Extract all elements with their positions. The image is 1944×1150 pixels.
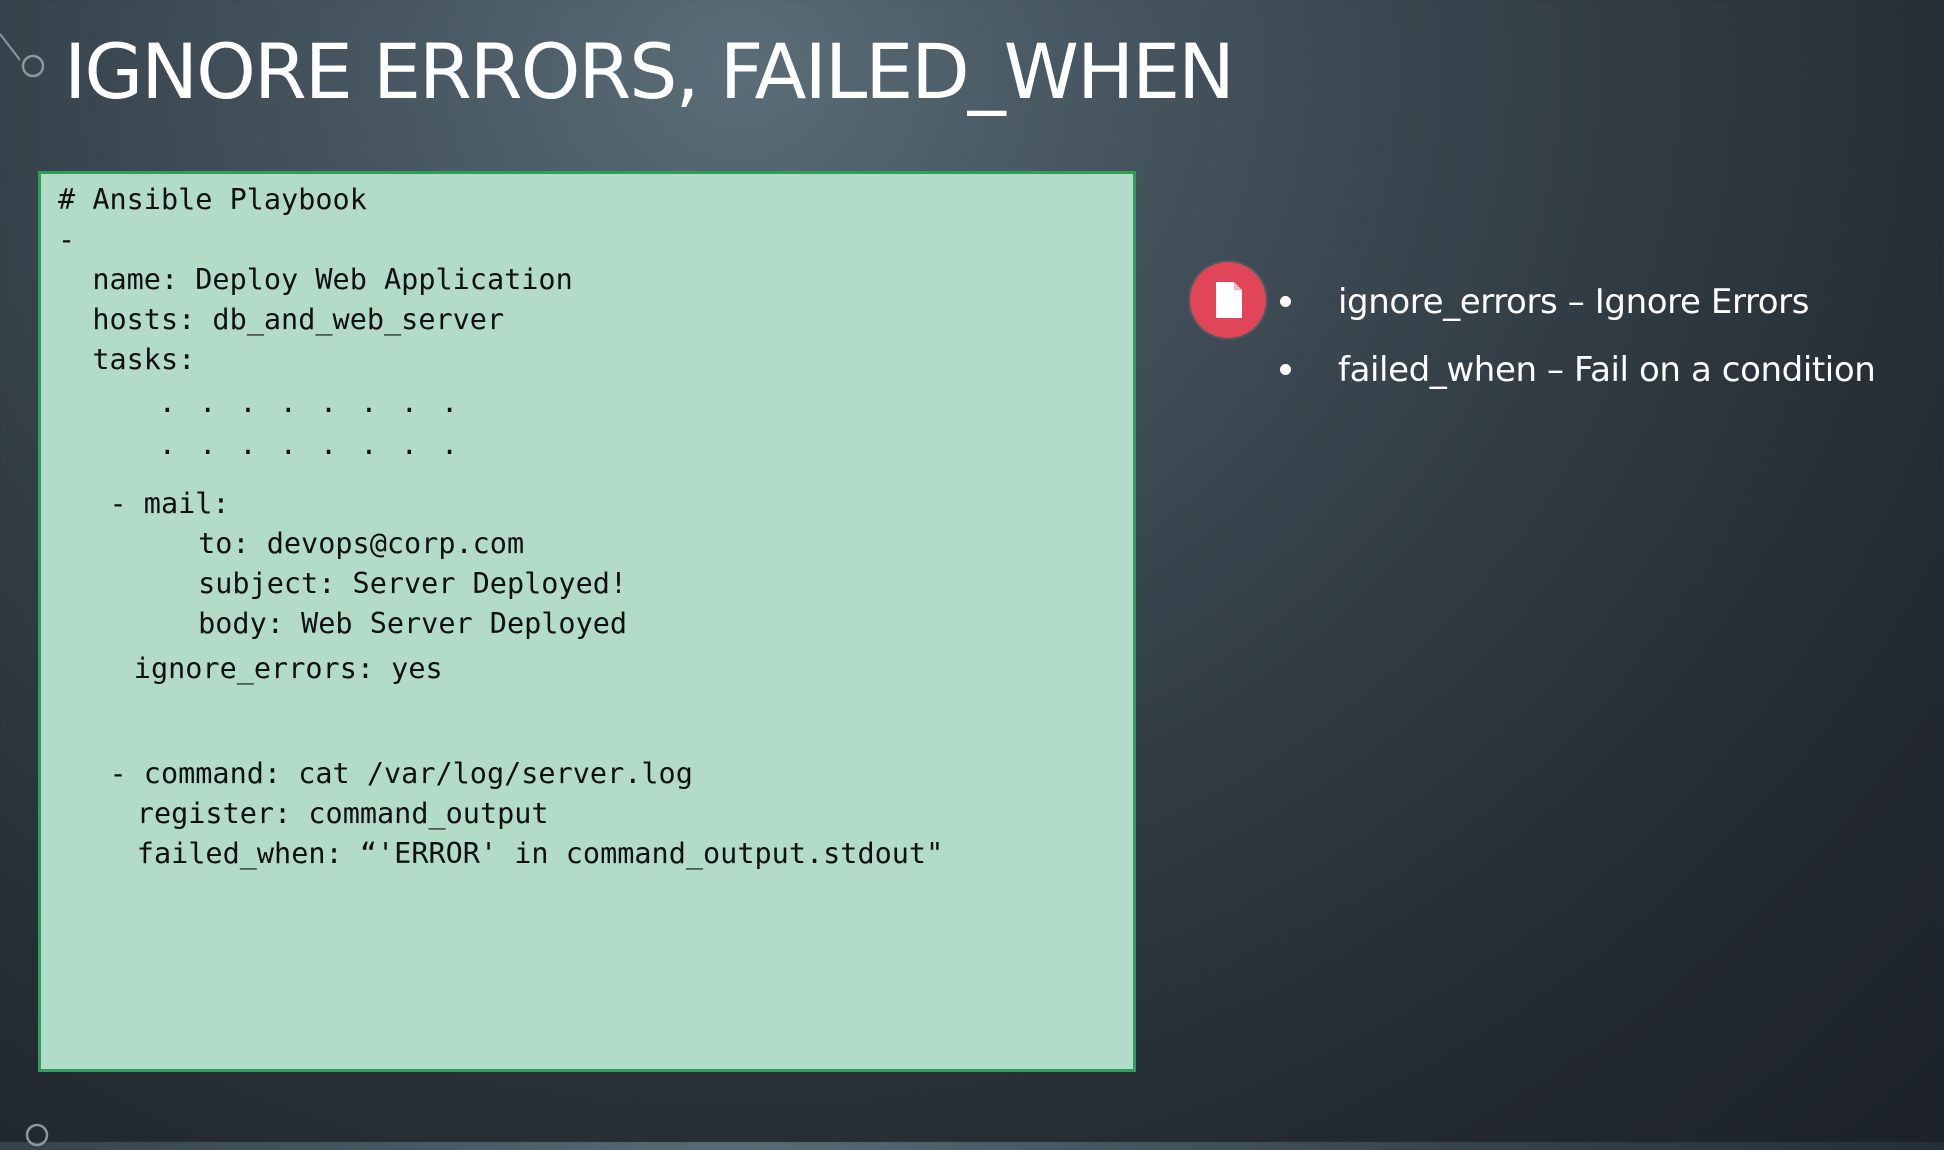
circle-decoration-icon (25, 1123, 49, 1147)
slide: IGNORE ERRORS, FAILED_WHEN # Ansible Pla… (0, 0, 1944, 1147)
connector-decoration-icon (0, 33, 45, 78)
code-line: body: Web Server Deployed (78, 607, 628, 640)
code-line: subject: Server Deployed! (78, 567, 628, 600)
bullet-text: ignore_errors – Ignore Errors (1338, 282, 1810, 322)
document-icon (1190, 262, 1266, 338)
code-line: . . . . . . . . (58, 428, 462, 461)
code-line: to: devops@corp.com (78, 527, 525, 560)
code-block: # Ansible Playbook - name: Deploy Web Ap… (38, 171, 1136, 1072)
code-line: . . . . . . . . (58, 386, 462, 419)
code-line: failed_when: “'ERROR' in command_output.… (51, 837, 944, 870)
code-line: # Ansible Playbook (58, 183, 367, 216)
code-line: ignore_errors: yes (48, 652, 443, 685)
slide-title: IGNORE ERRORS, FAILED_WHEN (64, 27, 1235, 116)
code-line: name: Deploy Web Application (58, 263, 573, 296)
code-line: tasks: (58, 343, 196, 376)
bullet-dot-icon (1280, 364, 1291, 375)
code-line: hosts: db_and_web_server (58, 303, 505, 336)
bullet-text: failed_when – Fail on a condition (1338, 350, 1876, 390)
bullet-dot-icon (1280, 296, 1291, 307)
code-line: - mail: (58, 487, 230, 520)
code-line: - (58, 223, 76, 256)
code-line: register: command_output (51, 797, 549, 830)
code-line: - command: cat /var/log/server.log (58, 757, 693, 790)
